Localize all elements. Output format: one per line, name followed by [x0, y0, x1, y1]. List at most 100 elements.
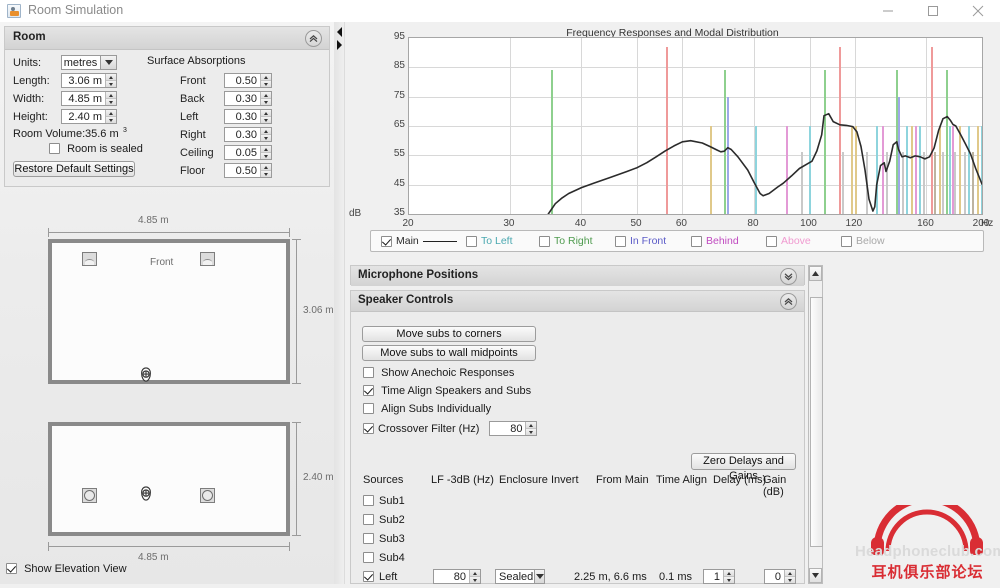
length-up-button[interactable]: [106, 74, 116, 81]
show-elevation-checkbox[interactable]: [6, 563, 17, 574]
delay-up-button[interactable]: [724, 570, 734, 577]
elevation-view-diagram[interactable]: 2.40 m 4.85 m: [0, 400, 334, 580]
move-subs-to-wall-midpoints-button[interactable]: Move subs to wall midpoints: [362, 345, 536, 361]
height-stepper[interactable]: 2.40 m: [61, 109, 117, 124]
crossover-up-button[interactable]: [526, 422, 537, 429]
legend-checkbox-to-right[interactable]: [539, 235, 550, 247]
legend-item-below[interactable]: Below: [841, 235, 885, 247]
absorption-stepper-back[interactable]: 0.30: [224, 91, 272, 106]
legend-checkbox-below[interactable]: [841, 235, 852, 247]
gain-down-button[interactable]: [785, 577, 795, 583]
show-elevation-row[interactable]: Show Elevation View: [6, 563, 127, 575]
microphone-positions-section[interactable]: Microphone Positions: [350, 265, 805, 286]
maximize-button[interactable]: [910, 0, 955, 22]
plan-speaker-right[interactable]: [200, 252, 215, 266]
table-row[interactable]: Sub1: [351, 493, 806, 512]
lf-up-button[interactable]: [470, 570, 480, 577]
crossover-row[interactable]: Crossover Filter (Hz) 80: [363, 421, 538, 436]
legend-item-in-front[interactable]: In Front: [615, 235, 666, 247]
lf-stepper-left[interactable]: 80: [433, 569, 481, 584]
absorption-down-button[interactable]: [261, 135, 271, 141]
crossover-down-button[interactable]: [526, 429, 537, 435]
source-checkbox-left[interactable]: [363, 571, 374, 582]
source-checkbox-sub3[interactable]: [363, 533, 374, 544]
legend-checkbox-main[interactable]: [381, 235, 392, 247]
minimize-button[interactable]: [865, 0, 910, 22]
zero-delays-and-gains-button[interactable]: Zero Delays and Gains: [691, 453, 796, 482]
time-align-row[interactable]: Time Align Speakers and Subs: [363, 385, 531, 397]
absorption-stepper-floor[interactable]: 0.50: [224, 163, 272, 178]
table-row[interactable]: Sub4: [351, 550, 806, 569]
room-sealed-checkbox[interactable]: [49, 143, 60, 154]
length-down-button[interactable]: [106, 81, 116, 87]
align-subs-row[interactable]: Align Subs Individually: [363, 403, 491, 415]
absorption-stepper-front[interactable]: 0.50: [224, 73, 272, 88]
microphone-positions-expand-button[interactable]: [780, 268, 797, 285]
absorption-stepper-right[interactable]: 0.30: [224, 127, 272, 142]
legend-item-to-left[interactable]: To Left: [466, 235, 513, 247]
absorption-down-button[interactable]: [261, 171, 271, 177]
legend-item-to-right[interactable]: To Right: [539, 235, 593, 247]
table-row[interactable]: Sub2: [351, 512, 806, 531]
speaker-controls-header[interactable]: Speaker Controls: [351, 291, 804, 312]
speaker-controls-collapse-button[interactable]: [780, 293, 797, 310]
elevation-speaker-right[interactable]: [200, 488, 215, 503]
chart-plot-area[interactable]: [408, 37, 983, 215]
legend-checkbox-above[interactable]: [766, 235, 777, 247]
absorption-down-button[interactable]: [261, 153, 271, 159]
crossover-stepper[interactable]: 80: [489, 421, 538, 436]
plan-view-diagram[interactable]: 4.85 m Front 3.06 m: [0, 202, 334, 397]
splitter-collapse-arrows[interactable]: [336, 26, 343, 52]
chart-legend[interactable]: Main To Left To Right In Front Behind Above Be…: [370, 230, 984, 252]
move-subs-to-corners-button[interactable]: Move subs to corners: [362, 326, 536, 342]
legend-checkbox-in-front[interactable]: [615, 235, 626, 247]
plan-speaker-left[interactable]: [82, 252, 97, 266]
align-subs-checkbox[interactable]: [363, 403, 374, 414]
show-anechoic-checkbox[interactable]: [363, 367, 374, 378]
room-collapse-button[interactable]: [305, 30, 322, 47]
plan-microphone-icon[interactable]: [139, 367, 153, 382]
source-checkbox-sub2[interactable]: [363, 514, 374, 525]
absorption-up-button[interactable]: [261, 74, 271, 81]
height-up-button[interactable]: [106, 110, 116, 117]
width-down-button[interactable]: [106, 99, 116, 105]
scroll-up-button[interactable]: [809, 266, 822, 281]
time-align-checkbox[interactable]: [363, 385, 374, 396]
elevation-microphone-icon[interactable]: [139, 486, 153, 501]
lf-down-button[interactable]: [470, 577, 480, 583]
right-scrollbar[interactable]: [808, 265, 823, 584]
legend-checkbox-behind[interactable]: [691, 235, 702, 247]
delay-stepper-left[interactable]: 1: [703, 569, 735, 584]
length-stepper[interactable]: 3.06 m: [61, 73, 117, 88]
width-up-button[interactable]: [106, 92, 116, 99]
crossover-checkbox[interactable]: [363, 423, 374, 434]
enclosure-dropdown-left[interactable]: Sealed: [495, 569, 545, 584]
absorption-up-button[interactable]: [261, 146, 271, 153]
width-stepper[interactable]: 4.85 m: [61, 91, 117, 106]
absorption-down-button[interactable]: [261, 117, 271, 123]
absorption-down-button[interactable]: [261, 99, 271, 105]
source-checkbox-sub4[interactable]: [363, 552, 374, 563]
absorption-up-button[interactable]: [261, 128, 271, 135]
legend-item-behind[interactable]: Behind: [691, 235, 739, 247]
show-anechoic-row[interactable]: Show Anechoic Responses: [363, 367, 514, 379]
legend-item-main[interactable]: Main: [381, 235, 457, 247]
scrollbar-thumb[interactable]: [810, 297, 823, 547]
absorption-up-button[interactable]: [261, 164, 271, 171]
table-row[interactable]: Sub3: [351, 531, 806, 550]
absorption-up-button[interactable]: [261, 92, 271, 99]
microphone-positions-header[interactable]: Microphone Positions: [351, 266, 804, 286]
source-checkbox-sub1[interactable]: [363, 495, 374, 506]
table-row[interactable]: Left 80 Sealed 2.25 m, 6.6 ms 0.1 ms 1 0: [351, 569, 806, 588]
legend-item-above[interactable]: Above: [766, 235, 811, 247]
absorption-down-button[interactable]: [261, 81, 271, 87]
restore-default-settings-button[interactable]: Restore Default Settings: [13, 161, 135, 177]
gain-stepper-left[interactable]: 0: [764, 569, 796, 584]
units-dropdown[interactable]: metres: [61, 55, 117, 70]
absorption-stepper-ceiling[interactable]: 0.05: [224, 145, 272, 160]
close-button[interactable]: [955, 0, 1000, 22]
delay-down-button[interactable]: [724, 577, 734, 583]
legend-checkbox-to-left[interactable]: [466, 235, 477, 247]
absorption-up-button[interactable]: [261, 110, 271, 117]
elevation-speaker-left[interactable]: [82, 488, 97, 503]
